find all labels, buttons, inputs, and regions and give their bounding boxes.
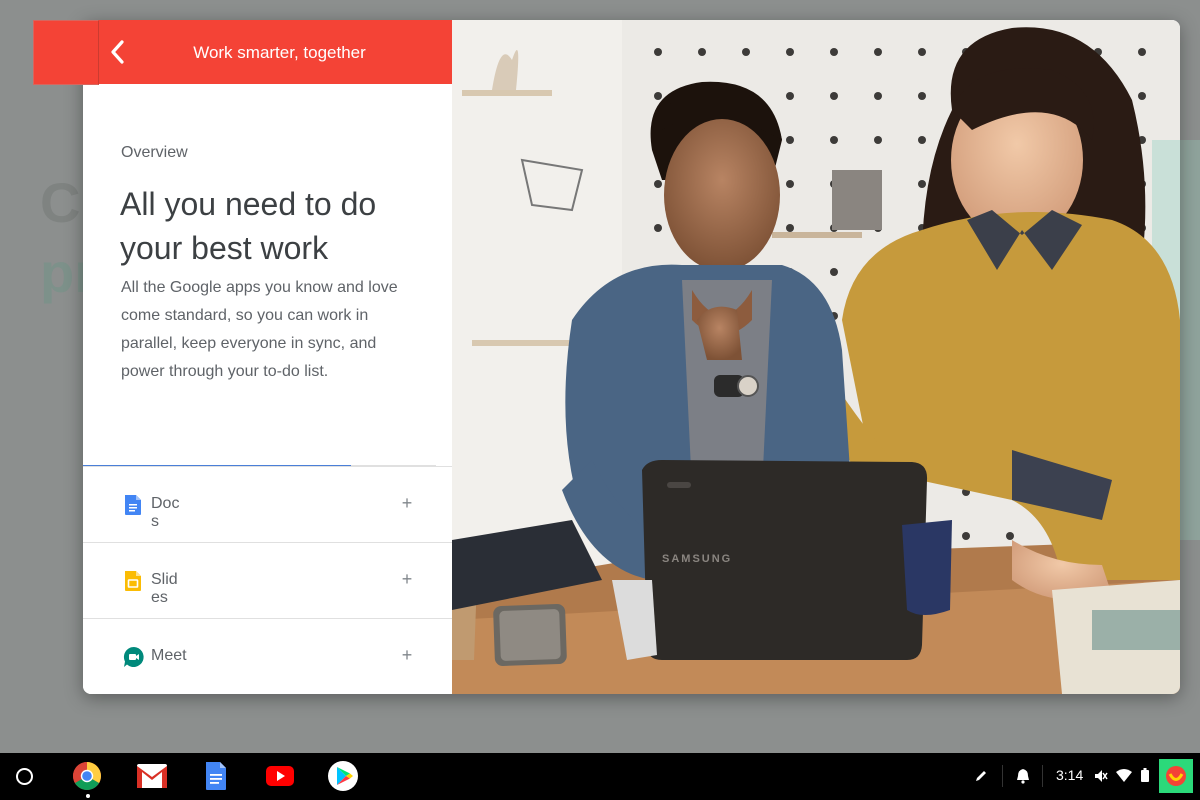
user-avatar[interactable] xyxy=(1159,759,1193,793)
laptop-brand: SAMSUNG xyxy=(662,553,732,565)
background-card xyxy=(1180,140,1200,540)
section-label: Overview xyxy=(121,144,188,161)
app-label-meet: Meet xyxy=(151,647,187,664)
app-row-meet[interactable]: Meet + xyxy=(83,618,452,694)
app-label-slides: Slides xyxy=(151,571,178,606)
dialog-title: Work smarter, together xyxy=(193,43,366,62)
battery-icon[interactable] xyxy=(1141,768,1149,782)
dialog-left-panel: Work smarter, together Overview All you … xyxy=(83,20,452,694)
hero-photo: SAMSUNG xyxy=(452,20,1180,694)
youtube-icon[interactable] xyxy=(266,766,294,786)
app-row-docs[interactable]: Docs + xyxy=(83,466,452,542)
running-indicator xyxy=(86,794,90,798)
stylus-icon[interactable] xyxy=(974,769,988,783)
focus-highlight xyxy=(33,20,99,85)
notification-bell-icon[interactable] xyxy=(1016,768,1030,784)
app-row-slides[interactable]: Slides + xyxy=(83,542,452,618)
onboarding-dialog: Work smarter, together Overview All you … xyxy=(83,20,1180,694)
shelf: 3:14 xyxy=(0,753,1200,800)
background-heading-fragment: C xyxy=(40,171,81,234)
expand-slides-button[interactable]: + xyxy=(395,567,419,591)
tray-divider-2 xyxy=(1042,765,1043,787)
docs-shelf-icon[interactable] xyxy=(205,761,227,791)
expand-docs-button[interactable]: + xyxy=(395,491,419,515)
volume-muted-icon[interactable] xyxy=(1094,769,1108,783)
clock[interactable]: 3:14 xyxy=(1056,767,1083,783)
headline: All you need to do your best work xyxy=(120,186,377,266)
play-store-icon[interactable] xyxy=(328,761,358,791)
meet-icon xyxy=(123,646,144,667)
expand-meet-button[interactable]: + xyxy=(395,643,419,667)
chrome-icon[interactable] xyxy=(72,761,102,791)
dialog-header: Work smarter, together xyxy=(83,20,452,84)
gmail-icon[interactable] xyxy=(137,764,167,788)
wifi-icon[interactable] xyxy=(1116,769,1132,782)
docs-icon xyxy=(125,495,141,515)
launcher-button[interactable] xyxy=(16,768,33,785)
tray-divider xyxy=(1002,765,1003,787)
app-label-docs: Docs xyxy=(151,495,180,530)
body-text: All the Google apps you know and love co… xyxy=(121,279,398,380)
slides-icon xyxy=(125,571,141,591)
